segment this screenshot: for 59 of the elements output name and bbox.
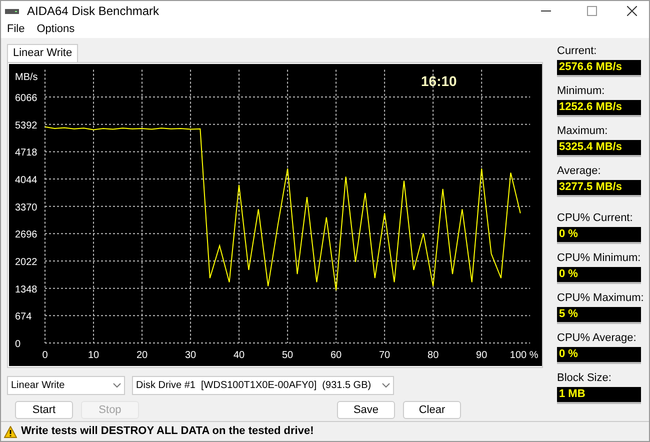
- close-icon[interactable]: [627, 6, 637, 16]
- window-title: AIDA64 Disk Benchmark: [27, 3, 160, 20]
- stat-value: 0 %: [557, 227, 641, 244]
- y-tick-label: 6066: [15, 93, 38, 104]
- action-button[interactable]: Start: [15, 401, 73, 419]
- x-tick-label: 100 %: [510, 350, 538, 361]
- x-tick-label: 60: [330, 350, 342, 361]
- stat-value: 0 %: [557, 267, 641, 284]
- x-tick-label: 90: [476, 350, 488, 361]
- drive-dropdown[interactable]: Disk Drive #1 [WDS100T1X0E-00AFY0] (931.5 GB): [132, 376, 394, 395]
- y-tick-label: 4718: [15, 148, 38, 159]
- warning-message: Write tests will DESTROY ALL DATA on the tested drive!: [21, 424, 314, 440]
- x-tick-label: 30: [184, 350, 196, 361]
- action-button[interactable]: Save: [337, 401, 395, 419]
- x-tick-label: 40: [233, 350, 245, 361]
- y-tick-label: 2696: [15, 230, 38, 241]
- menu-item[interactable]: File: [1, 21, 31, 38]
- tab[interactable]: Linear Write: [7, 44, 78, 62]
- stat-value: 1252.6 MB/s: [557, 100, 641, 117]
- maximize-icon[interactable]: [587, 6, 597, 16]
- y-tick-label: 3370: [15, 202, 38, 214]
- stat-value: 0 %: [557, 347, 641, 364]
- action-button[interactable]: Clear: [403, 401, 461, 419]
- menu-item[interactable]: Options: [30, 21, 81, 38]
- stat-value: 5 %: [557, 307, 641, 324]
- stat-label: CPU% Maximum:: [557, 291, 644, 305]
- x-tick-label: 50: [282, 350, 294, 361]
- stat-value: 1 MB: [557, 387, 641, 404]
- y-tick-label: 5392: [15, 120, 38, 132]
- x-tick-label: 20: [136, 350, 148, 361]
- y-tick-label: 2022: [15, 257, 38, 268]
- stat-label: CPU% Current:: [557, 211, 634, 225]
- x-tick-label: 10: [88, 350, 100, 361]
- y-tick-label: 674: [15, 312, 32, 323]
- selected-value: Disk Drive #1 [WDS100T1X0E-00AFY0] (931.5 GB): [136, 379, 372, 393]
- stat-label: Block Size:: [557, 371, 612, 385]
- stat-value: 5325.4 MB/s: [557, 140, 641, 157]
- x-tick-label: 0: [42, 350, 48, 361]
- y-tick-label: 4044: [15, 175, 38, 186]
- stat-value: 3277.5 MB/s: [557, 180, 641, 197]
- stat-label: CPU% Minimum:: [557, 251, 642, 265]
- chevron-icon: [382, 383, 390, 388]
- drive-icon: [5, 7, 19, 15]
- stat-label: CPU% Average:: [557, 331, 638, 345]
- selected-value: Linear Write: [11, 379, 66, 393]
- x-tick-label: 80: [428, 350, 439, 361]
- stat-label: Maximum:: [557, 124, 609, 138]
- stat-label: Minimum:: [557, 84, 606, 98]
- stat-value: 2576.6 MB/s: [557, 60, 641, 77]
- test-dropdown[interactable]: Linear Write: [7, 376, 125, 395]
- elapsed-time: 16:10: [421, 73, 457, 89]
- chevron-icon: [113, 383, 121, 388]
- stat-label: Average:: [557, 164, 602, 178]
- y-tick-label: 0: [15, 339, 21, 350]
- y-axis-label: MB/s: [15, 72, 38, 83]
- y-tick-label: 1348: [15, 284, 38, 296]
- stat-label: Current:: [557, 44, 598, 58]
- warning-icon: [4, 426, 17, 438]
- x-tick-label: 70: [379, 350, 390, 361]
